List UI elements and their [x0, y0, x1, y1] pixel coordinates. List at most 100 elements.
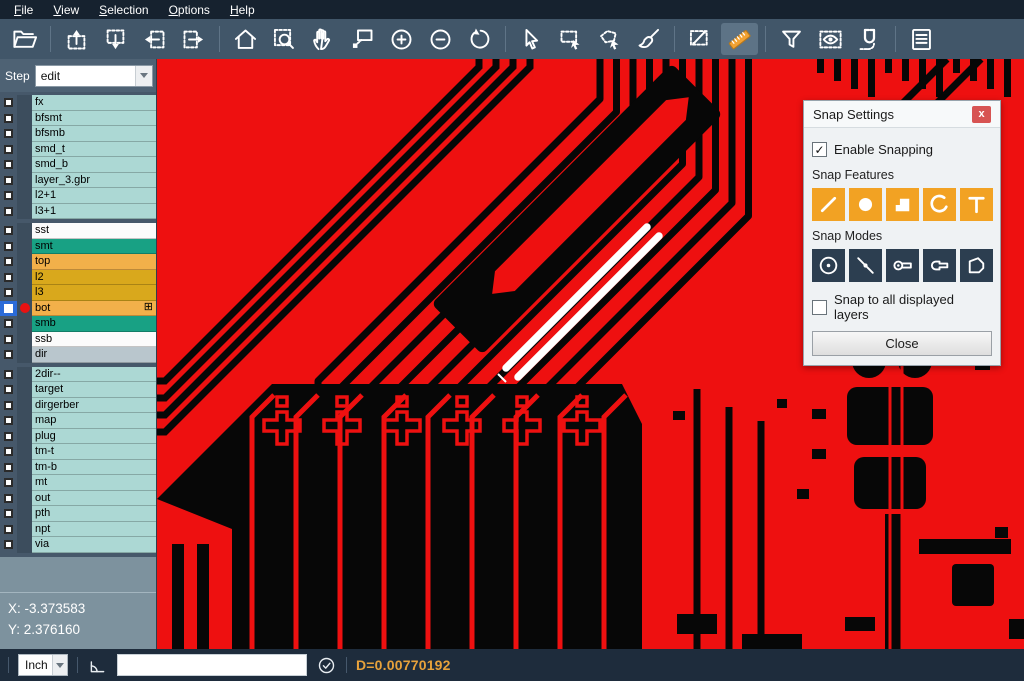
- step-select[interactable]: edit: [35, 65, 153, 87]
- layer-row-bfsmb[interactable]: bfsmb: [0, 126, 156, 142]
- layer-visibility-checkbox[interactable]: [0, 254, 17, 270]
- layer-row-l2[interactable]: l2: [0, 270, 156, 286]
- layer-visibility-checkbox[interactable]: [0, 347, 17, 363]
- layer-row-bfsmt[interactable]: bfsmt: [0, 111, 156, 127]
- layer-visibility-checkbox[interactable]: [0, 367, 17, 383]
- layer-row-out[interactable]: out: [0, 491, 156, 507]
- layer-visibility-checkbox[interactable]: [0, 491, 17, 507]
- toolbar-pan-up-button[interactable]: [58, 23, 95, 55]
- toolbar-zoom-object-button[interactable]: [344, 23, 381, 55]
- layer-visibility-checkbox[interactable]: [0, 188, 17, 204]
- snap-all-layers-row[interactable]: Snap to all displayed layers: [812, 292, 992, 322]
- layer-visibility-checkbox[interactable]: [0, 95, 17, 111]
- toolbar-measure-ruler-button[interactable]: [721, 23, 758, 55]
- layer-visibility-checkbox[interactable]: [0, 522, 17, 538]
- snap-arc-button[interactable]: [923, 188, 956, 221]
- layer-row-mt[interactable]: mt: [0, 475, 156, 491]
- layer-row-plug[interactable]: plug: [0, 429, 156, 445]
- snap-midpoint-button[interactable]: [849, 249, 882, 282]
- layer-row-target[interactable]: target: [0, 382, 156, 398]
- toolbar-select-button[interactable]: [513, 23, 550, 55]
- layer-visibility-checkbox[interactable]: [0, 204, 17, 220]
- enable-snapping-checkbox[interactable]: ✓: [812, 142, 827, 157]
- layer-visibility-checkbox[interactable]: [0, 382, 17, 398]
- layer-row-tm-t[interactable]: tm-t: [0, 444, 156, 460]
- dialog-title-bar[interactable]: Snap Settings x: [804, 101, 1000, 128]
- toolbar-brush-select-button[interactable]: [630, 23, 667, 55]
- menu-selection[interactable]: Selection: [89, 2, 158, 18]
- layer-row-smt[interactable]: smt: [0, 239, 156, 255]
- layer-row-smb[interactable]: smb: [0, 316, 156, 332]
- layer-visibility-checkbox[interactable]: [0, 413, 17, 429]
- layer-visibility-checkbox[interactable]: [0, 444, 17, 460]
- layer-visibility-checkbox[interactable]: [0, 173, 17, 189]
- close-icon[interactable]: x: [972, 106, 991, 123]
- layer-row-smd_t[interactable]: smd_t: [0, 142, 156, 158]
- toolbar-select-rect-button[interactable]: [552, 23, 589, 55]
- layer-visibility-checkbox[interactable]: [0, 223, 17, 239]
- toolbar-filter-button[interactable]: [773, 23, 810, 55]
- menu-file[interactable]: File: [4, 2, 43, 18]
- toolbar-view-options-button[interactable]: [812, 23, 849, 55]
- layer-visibility-checkbox[interactable]: [0, 111, 17, 127]
- layer-row-bot[interactable]: bot⊞: [0, 301, 156, 317]
- menu-options[interactable]: Options: [159, 2, 220, 18]
- layer-visibility-checkbox[interactable]: [0, 316, 17, 332]
- layer-row-l2+1[interactable]: l2+1: [0, 188, 156, 204]
- layer-row-sst[interactable]: sst: [0, 223, 156, 239]
- menu-view[interactable]: View: [43, 2, 89, 18]
- toolbar-home-button[interactable]: [227, 23, 264, 55]
- layer-visibility-checkbox[interactable]: [0, 506, 17, 522]
- layer-visibility-checkbox[interactable]: [0, 429, 17, 445]
- snap-line-button[interactable]: [812, 188, 845, 221]
- layer-row-fx[interactable]: fx: [0, 95, 156, 111]
- toolbar-zoom-window-button[interactable]: [266, 23, 303, 55]
- snap-slot-center-button[interactable]: [886, 249, 919, 282]
- unit-select[interactable]: Inch: [18, 654, 68, 676]
- layer-visibility-checkbox[interactable]: [0, 460, 17, 476]
- snap-center-button[interactable]: [812, 249, 845, 282]
- layer-visibility-checkbox[interactable]: [0, 239, 17, 255]
- layer-row-layer_3.gbr[interactable]: layer_3.gbr: [0, 173, 156, 189]
- toolbar-select-poly-button[interactable]: [591, 23, 628, 55]
- layer-visibility-checkbox[interactable]: [0, 537, 17, 553]
- command-input[interactable]: [117, 654, 307, 676]
- layer-row-smd_b[interactable]: smd_b: [0, 157, 156, 173]
- layer-visibility-checkbox[interactable]: [0, 332, 17, 348]
- snap-circle-button[interactable]: [849, 188, 882, 221]
- layer-row-dirgerber[interactable]: dirgerber: [0, 398, 156, 414]
- layer-row-npt[interactable]: npt: [0, 522, 156, 538]
- layer-visibility-checkbox[interactable]: [0, 285, 17, 301]
- layer-row-pth[interactable]: pth: [0, 506, 156, 522]
- toolbar-zoom-out-button[interactable]: [422, 23, 459, 55]
- toolbar-pan-down-button[interactable]: [97, 23, 134, 55]
- angle-measure-icon[interactable]: [87, 655, 108, 676]
- apply-check-icon[interactable]: [316, 655, 337, 676]
- snap-text-button[interactable]: [960, 188, 993, 221]
- layer-visibility-checkbox[interactable]: [0, 270, 17, 286]
- toolbar-pan-right-button[interactable]: [175, 23, 212, 55]
- layer-row-via[interactable]: via: [0, 537, 156, 553]
- enable-snapping-row[interactable]: ✓ Enable Snapping: [812, 142, 992, 157]
- fill-pattern-icon[interactable]: ⊞: [144, 302, 153, 313]
- toolbar-snap-magnet-button[interactable]: [851, 23, 888, 55]
- snap-all-layers-checkbox[interactable]: [812, 300, 827, 315]
- layer-row-ssb[interactable]: ssb: [0, 332, 156, 348]
- layer-visibility-checkbox[interactable]: [0, 398, 17, 414]
- toolbar-measure-distance-button[interactable]: [682, 23, 719, 55]
- snap-contour-button[interactable]: [960, 249, 993, 282]
- layer-row-map[interactable]: map: [0, 413, 156, 429]
- toolbar-zoom-previous-button[interactable]: [461, 23, 498, 55]
- layer-row-dir[interactable]: dir: [0, 347, 156, 363]
- layer-row-tm-b[interactable]: tm-b: [0, 460, 156, 476]
- layer-visibility-checkbox[interactable]: [0, 301, 17, 317]
- layer-row-2dir--[interactable]: 2dir--: [0, 367, 156, 383]
- layer-row-l3+1[interactable]: l3+1: [0, 204, 156, 220]
- snap-slot-button[interactable]: [923, 249, 956, 282]
- layer-visibility-checkbox[interactable]: [0, 157, 17, 173]
- toolbar-pan-hand-button[interactable]: [305, 23, 342, 55]
- layer-visibility-checkbox[interactable]: [0, 126, 17, 142]
- toolbar-pan-left-button[interactable]: [136, 23, 173, 55]
- layer-visibility-checkbox[interactable]: [0, 142, 17, 158]
- toolbar-report-button[interactable]: [903, 23, 940, 55]
